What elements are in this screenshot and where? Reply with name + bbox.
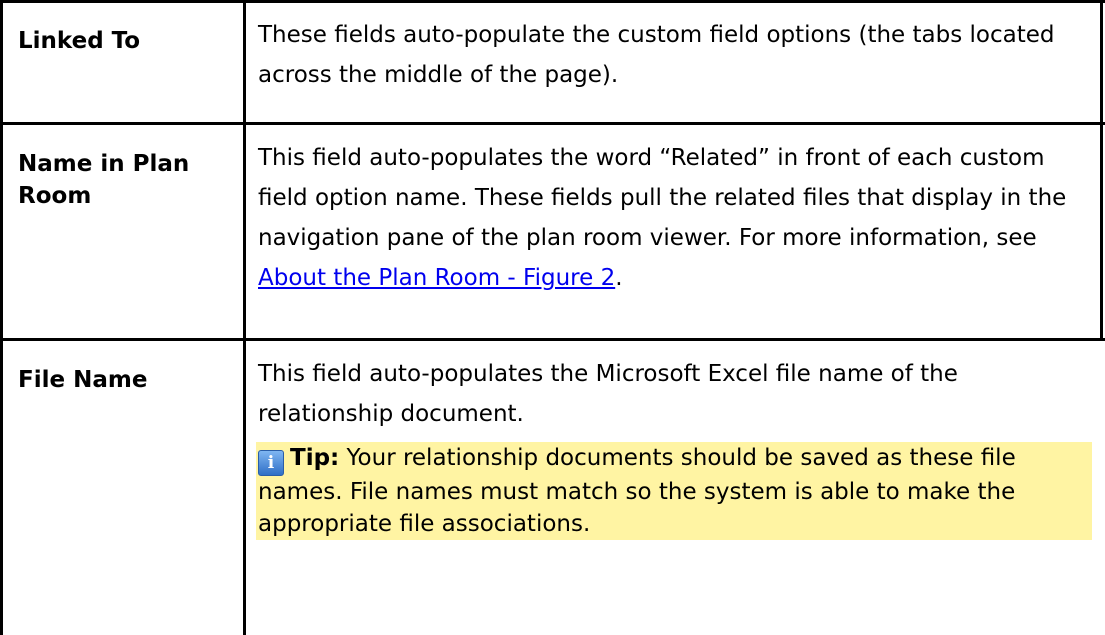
table-right-border bbox=[1100, 0, 1103, 340]
description-file-name: This field auto-populates the Microsoft … bbox=[258, 361, 958, 427]
row-divider bbox=[0, 338, 1105, 341]
description-name-in-plan-room: This field auto-populates the word “Rela… bbox=[258, 138, 1090, 298]
column-divider bbox=[243, 0, 246, 635]
table-left-border bbox=[0, 0, 3, 635]
term-file-name: File Name bbox=[18, 367, 148, 393]
description-text-end: . bbox=[615, 265, 623, 291]
table-top-border bbox=[0, 0, 1105, 3]
info-icon: i bbox=[258, 450, 284, 476]
tip-text: Your relationship documents should be sa… bbox=[258, 445, 1016, 537]
description-linked-to: These fields auto-populate the custom fi… bbox=[258, 22, 1055, 88]
tip-label: Tip: bbox=[290, 445, 340, 471]
about-plan-room-link[interactable]: About the Plan Room - Figure 2 bbox=[258, 265, 615, 291]
field-description-table: Linked To These fields auto-populate the… bbox=[0, 0, 1105, 635]
term-name-in-plan-room: Name in Plan Room bbox=[18, 151, 190, 209]
row-divider bbox=[0, 122, 1105, 125]
term-linked-to: Linked To bbox=[18, 28, 141, 54]
tip-callout: i Tip: Your relationship documents should… bbox=[256, 442, 1092, 540]
description-text: This field auto-populates the word “Rela… bbox=[258, 145, 1067, 251]
